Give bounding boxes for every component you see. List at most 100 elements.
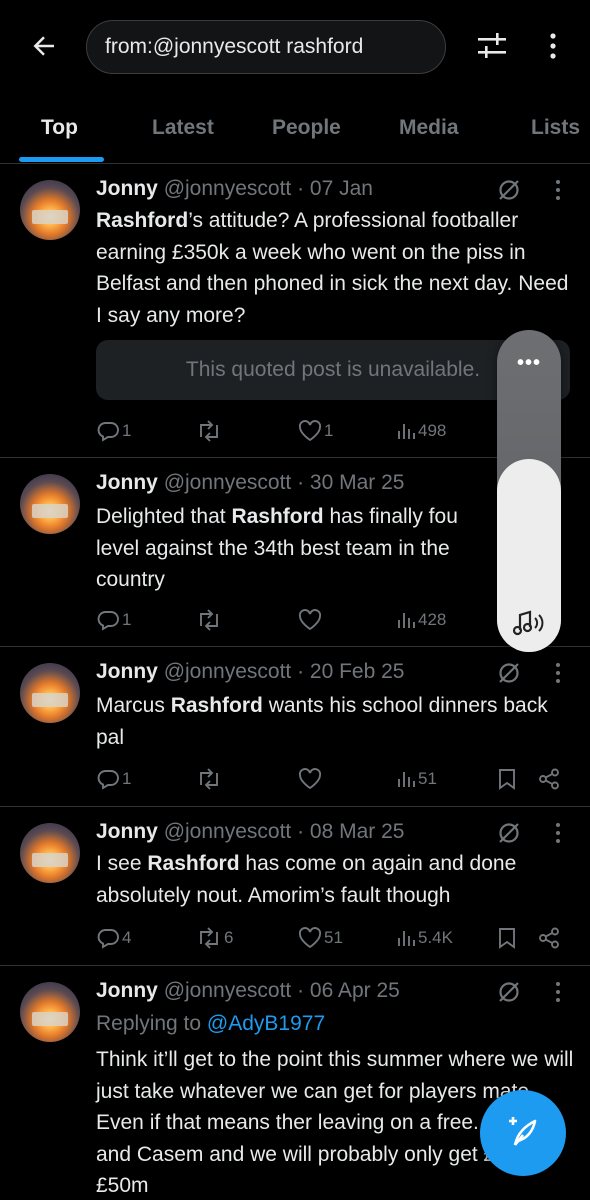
repost-icon [200,927,218,949]
author-handle-date: @jonnyescott · 06 Apr 25 [163,979,400,1002]
bookmark-button[interactable] [498,924,516,952]
post-more-icon[interactable] [552,177,564,203]
author-handle-date: @jonnyescott · 08 Mar 25 [163,820,405,843]
reply-count: 1 [122,610,132,629]
like-button[interactable]: 1 [298,417,333,445]
post-header: Jonny @jonnyescott · 20 Feb 25 [96,660,404,684]
post-item[interactable]: Jonny @jonnyescott · 20 Feb 25 Marcus Ra… [0,648,590,807]
volume-panel-more-icon[interactable]: ••• [497,352,561,375]
repost-button[interactable] [196,417,224,445]
search-input[interactable]: from:@jonnyescott rashford [86,20,446,74]
tab-top[interactable]: Top [41,116,78,140]
views-icon [398,931,415,946]
filter-sliders-icon[interactable] [474,28,510,64]
grok-icon[interactable] [496,979,522,1005]
author-name[interactable]: Jonny [96,177,158,200]
highlight-term: Rashford [147,852,240,875]
avatar[interactable] [20,823,80,883]
reply-count: 4 [122,928,132,947]
like-button[interactable]: 51 [298,924,343,952]
compose-feather-icon [509,1117,537,1146]
grok-icon[interactable] [496,177,522,203]
post-actions: 1 51 [96,765,576,793]
post-text: Rashford’s attitude? A professional foot… [96,205,576,331]
post-text-part: I see [96,852,148,875]
author-name[interactable]: Jonny [96,471,158,494]
quoted-post-text: This quoted post is unavailable. [185,358,481,381]
avatar[interactable] [20,982,80,1042]
replying-to-handle[interactable]: @AdyB1977 [207,1012,325,1035]
author-name[interactable]: Jonny [96,820,158,843]
author-name[interactable]: Jonny [96,979,158,1002]
avatar[interactable] [20,180,80,240]
reply-count: 1 [122,421,132,440]
post-more-icon[interactable] [552,979,564,1005]
author-handle-date: @jonnyescott · 30 Mar 25 [163,471,405,494]
repost-button[interactable] [196,606,222,634]
tab-media[interactable]: Media [399,116,459,140]
post-text-part: Delighted that [96,505,232,528]
share-button[interactable] [538,765,560,793]
heart-icon [298,927,322,949]
compose-post-button[interactable] [480,1090,566,1176]
tab-people[interactable]: People [272,116,341,140]
reply-icon [97,770,119,790]
avatar[interactable] [20,474,80,534]
reply-icon [97,422,119,442]
music-note-icon[interactable] [511,608,547,638]
heart-icon [298,420,322,442]
grok-icon[interactable] [496,820,522,846]
views-button[interactable]: 428 [396,606,446,634]
views-button[interactable]: 5.4K [396,924,453,952]
reply-button[interactable]: 1 [96,765,131,793]
post-more-icon[interactable] [552,820,564,846]
post-text: Marcus Rashford wants his school dinners… [96,690,576,753]
bookmark-button[interactable] [498,765,516,793]
search-tabs: Top Latest People Media Lists [0,100,590,164]
views-button[interactable]: 51 [396,765,437,793]
view-count: 498 [418,421,447,440]
back-arrow-icon[interactable] [26,28,62,64]
post-more-icon[interactable] [552,660,564,686]
reply-button[interactable]: 4 [96,924,131,952]
like-button[interactable] [298,765,322,793]
bookmark-icon [499,928,515,949]
like-button[interactable] [298,606,322,634]
repost-button[interactable] [196,765,222,793]
like-count: 51 [324,928,343,947]
tab-latest[interactable]: Latest [152,116,214,140]
reply-count: 1 [122,769,132,788]
post-text-part: has finally fou [323,505,458,528]
repost-icon [200,609,218,631]
highlight-term: Rashford [170,694,263,717]
share-button[interactable] [538,924,560,952]
top-bar: from:@jonnyescott rashford [0,0,590,100]
bookmark-icon [499,769,515,790]
post-item[interactable]: Jonny @jonnyescott · 08 Mar 25 I see Ras… [0,808,590,966]
view-count: 51 [418,769,437,788]
share-icon [539,927,559,949]
post-actions: 4 6 51 5.4K [96,924,576,952]
share-icon [539,768,559,790]
volume-panel[interactable]: ••• [497,330,561,652]
author-handle-date: @jonnyescott · 20 Feb 25 [163,660,405,683]
like-count: 1 [324,421,334,440]
grok-icon[interactable] [496,660,522,686]
avatar[interactable] [20,663,80,723]
view-count: 428 [418,610,447,629]
reply-button[interactable]: 1 [96,606,131,634]
repost-button[interactable]: 6 [196,924,233,952]
author-handle-date: @jonnyescott · 07 Jan [163,177,373,200]
heart-icon [298,768,322,790]
highlight-term: Rashford [96,209,189,232]
highlight-term: Rashford [231,505,324,528]
views-button[interactable]: 498 [396,417,446,445]
tab-lists[interactable]: Lists [531,116,580,140]
repost-count: 6 [224,928,234,947]
more-options-icon[interactable] [538,28,568,64]
replying-to: Replying to @AdyB1977 [96,1012,325,1036]
views-icon [398,772,415,787]
reply-button[interactable]: 1 [96,417,131,445]
repost-icon [200,768,218,790]
author-name[interactable]: Jonny [96,660,158,683]
